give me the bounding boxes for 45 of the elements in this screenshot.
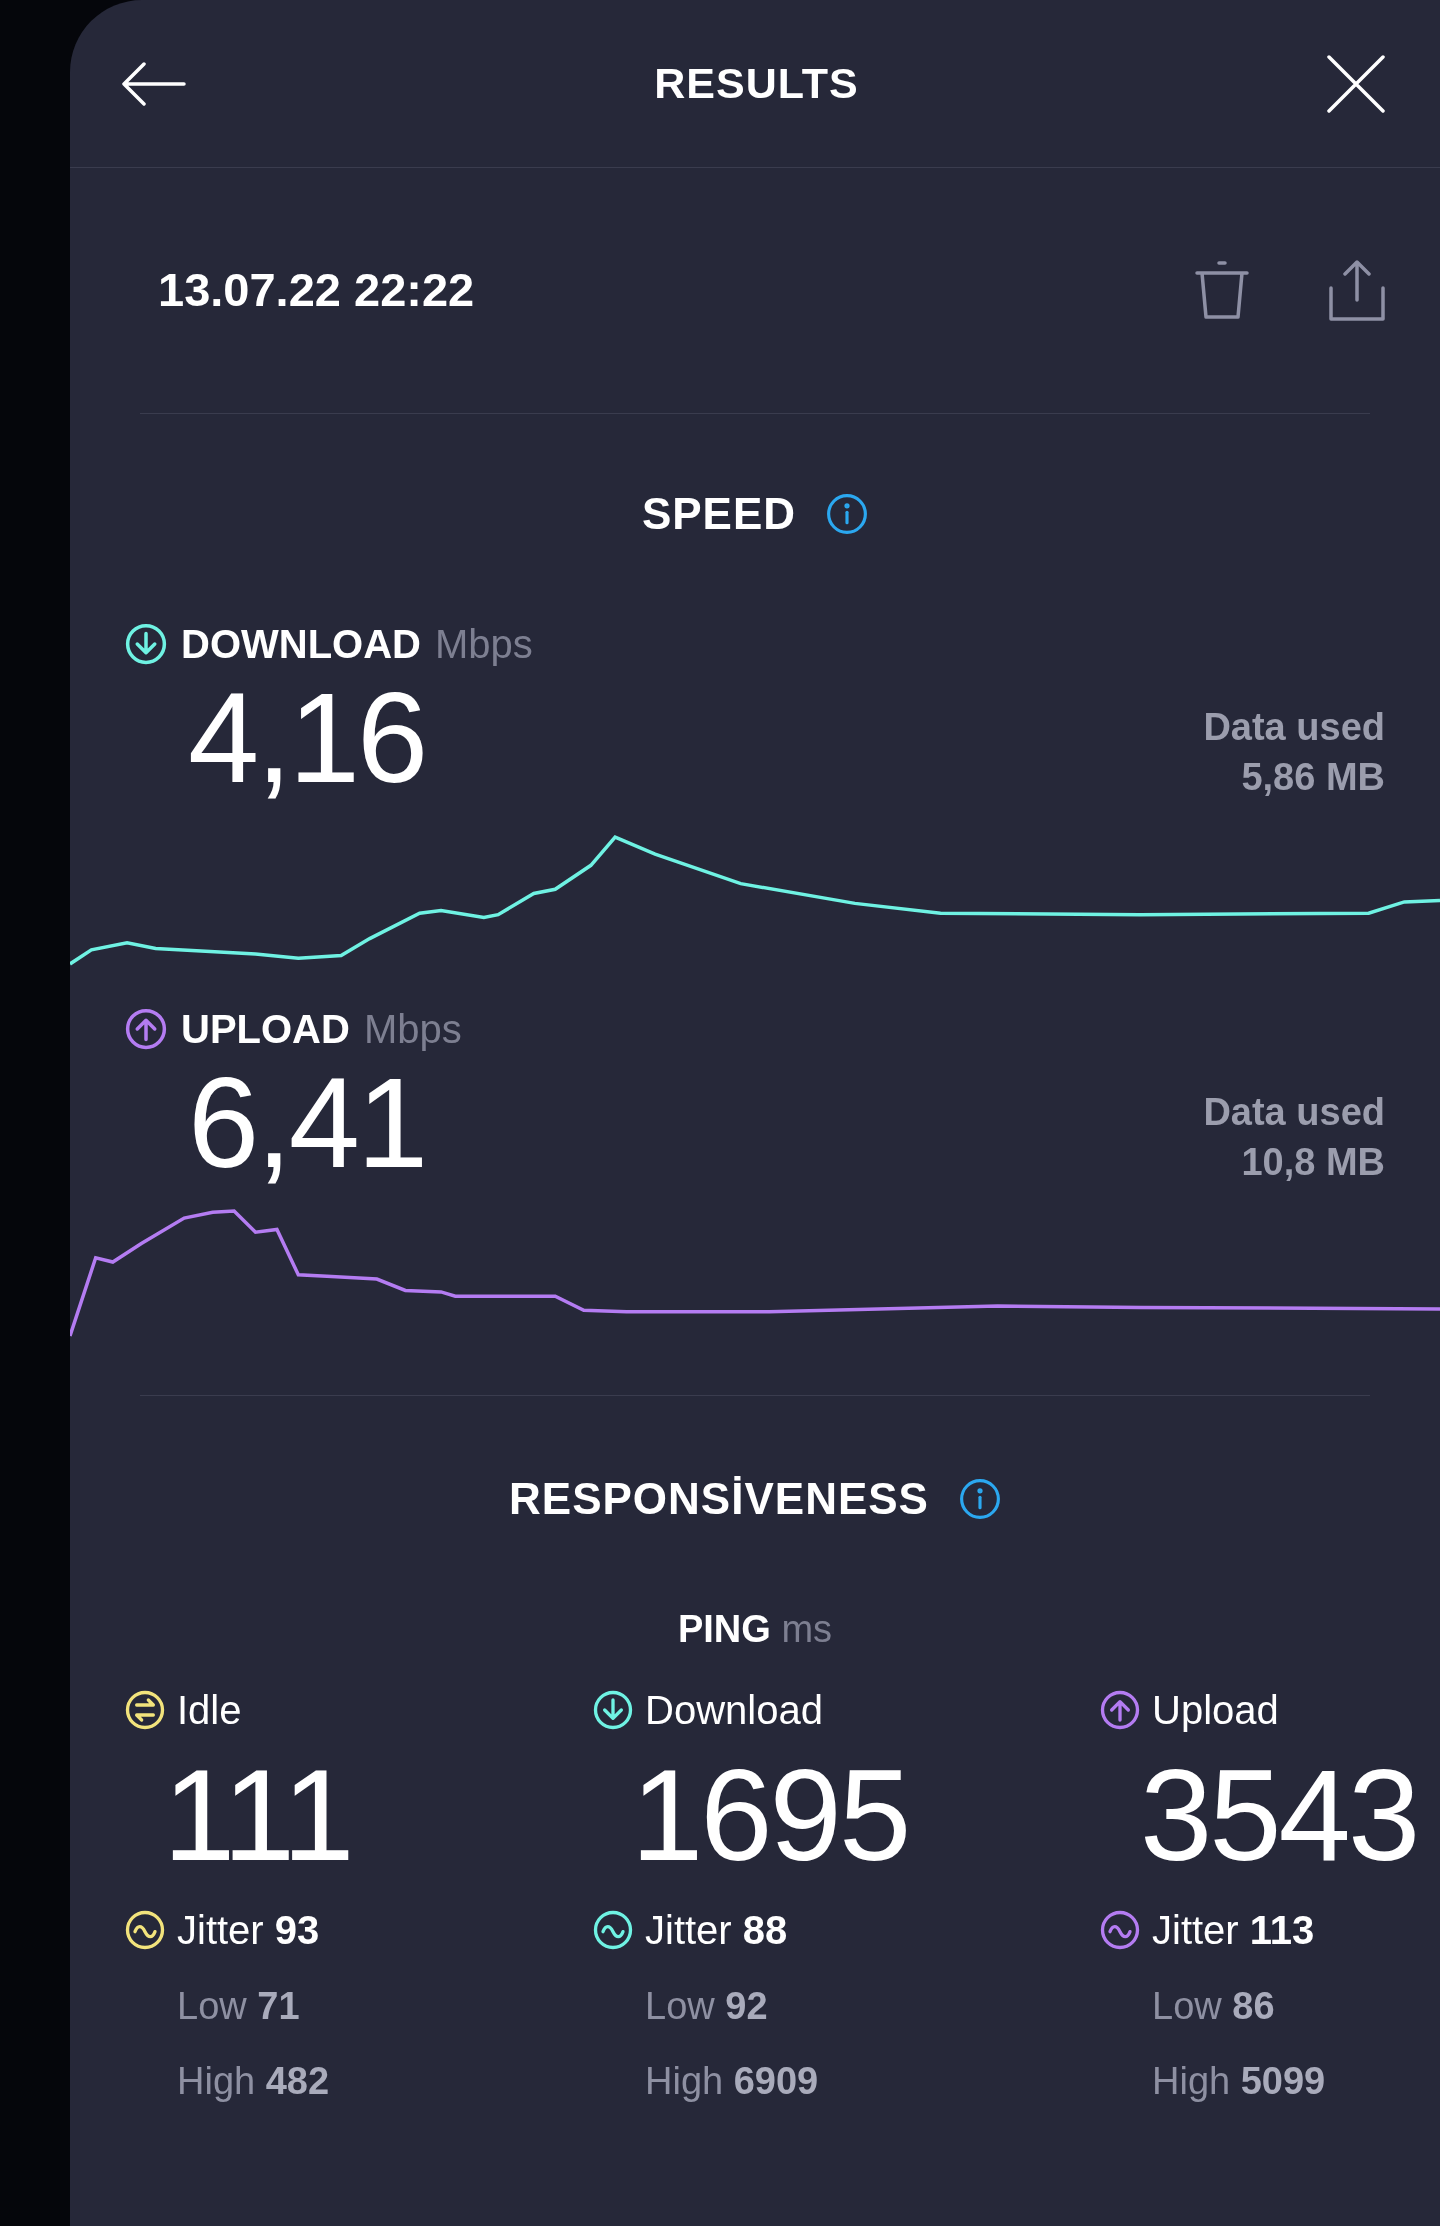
section-title: RESPONSİVENESS — [509, 1472, 929, 1525]
download-icon — [125, 623, 167, 665]
jitter-value: Jitter 113 — [1152, 1907, 1315, 1954]
data-used-label: Data used — [1203, 1090, 1385, 1136]
jitter-icon — [125, 1910, 165, 1950]
ping-label: Idle — [177, 1687, 242, 1734]
metric-label: UPLOAD — [181, 1006, 350, 1053]
share-icon[interactable] — [1329, 259, 1385, 322]
unit-label: Mbps — [363, 1006, 462, 1053]
speed-value: 4,16 — [188, 674, 426, 802]
ping-value: 3543 — [1140, 1750, 1419, 1880]
data-used-value: 10,8 MB — [1240, 1139, 1385, 1185]
jitter-value: Jitter 88 — [645, 1907, 788, 1954]
high-value: High 6909 — [645, 2059, 820, 2104]
metric-label: DOWNLOAD — [181, 621, 421, 668]
ping-label: Upload — [1152, 1687, 1279, 1734]
ping-label: Download — [645, 1687, 823, 1734]
jitter-value: Jitter 93 — [177, 1907, 320, 1954]
exchange-icon — [125, 1690, 165, 1730]
upload-icon — [125, 1008, 167, 1050]
info-icon[interactable] — [826, 493, 869, 535]
high-value: High 482 — [177, 2059, 331, 2104]
low-value: Low 71 — [177, 1984, 301, 2029]
close-icon[interactable] — [1327, 54, 1385, 113]
jitter-icon — [1100, 1910, 1140, 1950]
low-value: Low 92 — [645, 1984, 769, 2029]
speed-value: 6,41 — [188, 1059, 426, 1187]
data-used-label: Data used — [1203, 705, 1385, 751]
result-date: 13.07.22 22:22 — [158, 262, 475, 319]
back-icon[interactable] — [122, 61, 186, 106]
screen-title: RESULTS — [654, 58, 859, 110]
download-icon — [593, 1690, 633, 1730]
unit-label: Mbps — [434, 621, 533, 668]
trash-icon[interactable] — [1195, 260, 1249, 321]
ping-label: PING — [677, 1608, 771, 1650]
info-icon[interactable] — [958, 1477, 1001, 1520]
upload-icon — [1100, 1690, 1140, 1730]
jitter-icon — [593, 1910, 633, 1950]
ping-value: 111 — [163, 1750, 353, 1880]
data-used-value: 5,86 MB — [1240, 754, 1385, 800]
ping-value: 1695 — [631, 1750, 910, 1880]
section-title: SPEED — [641, 488, 797, 540]
low-value: Low 86 — [1152, 1984, 1276, 2029]
unit-label: ms — [781, 1608, 833, 1650]
high-value: High 5099 — [1152, 2059, 1327, 2104]
